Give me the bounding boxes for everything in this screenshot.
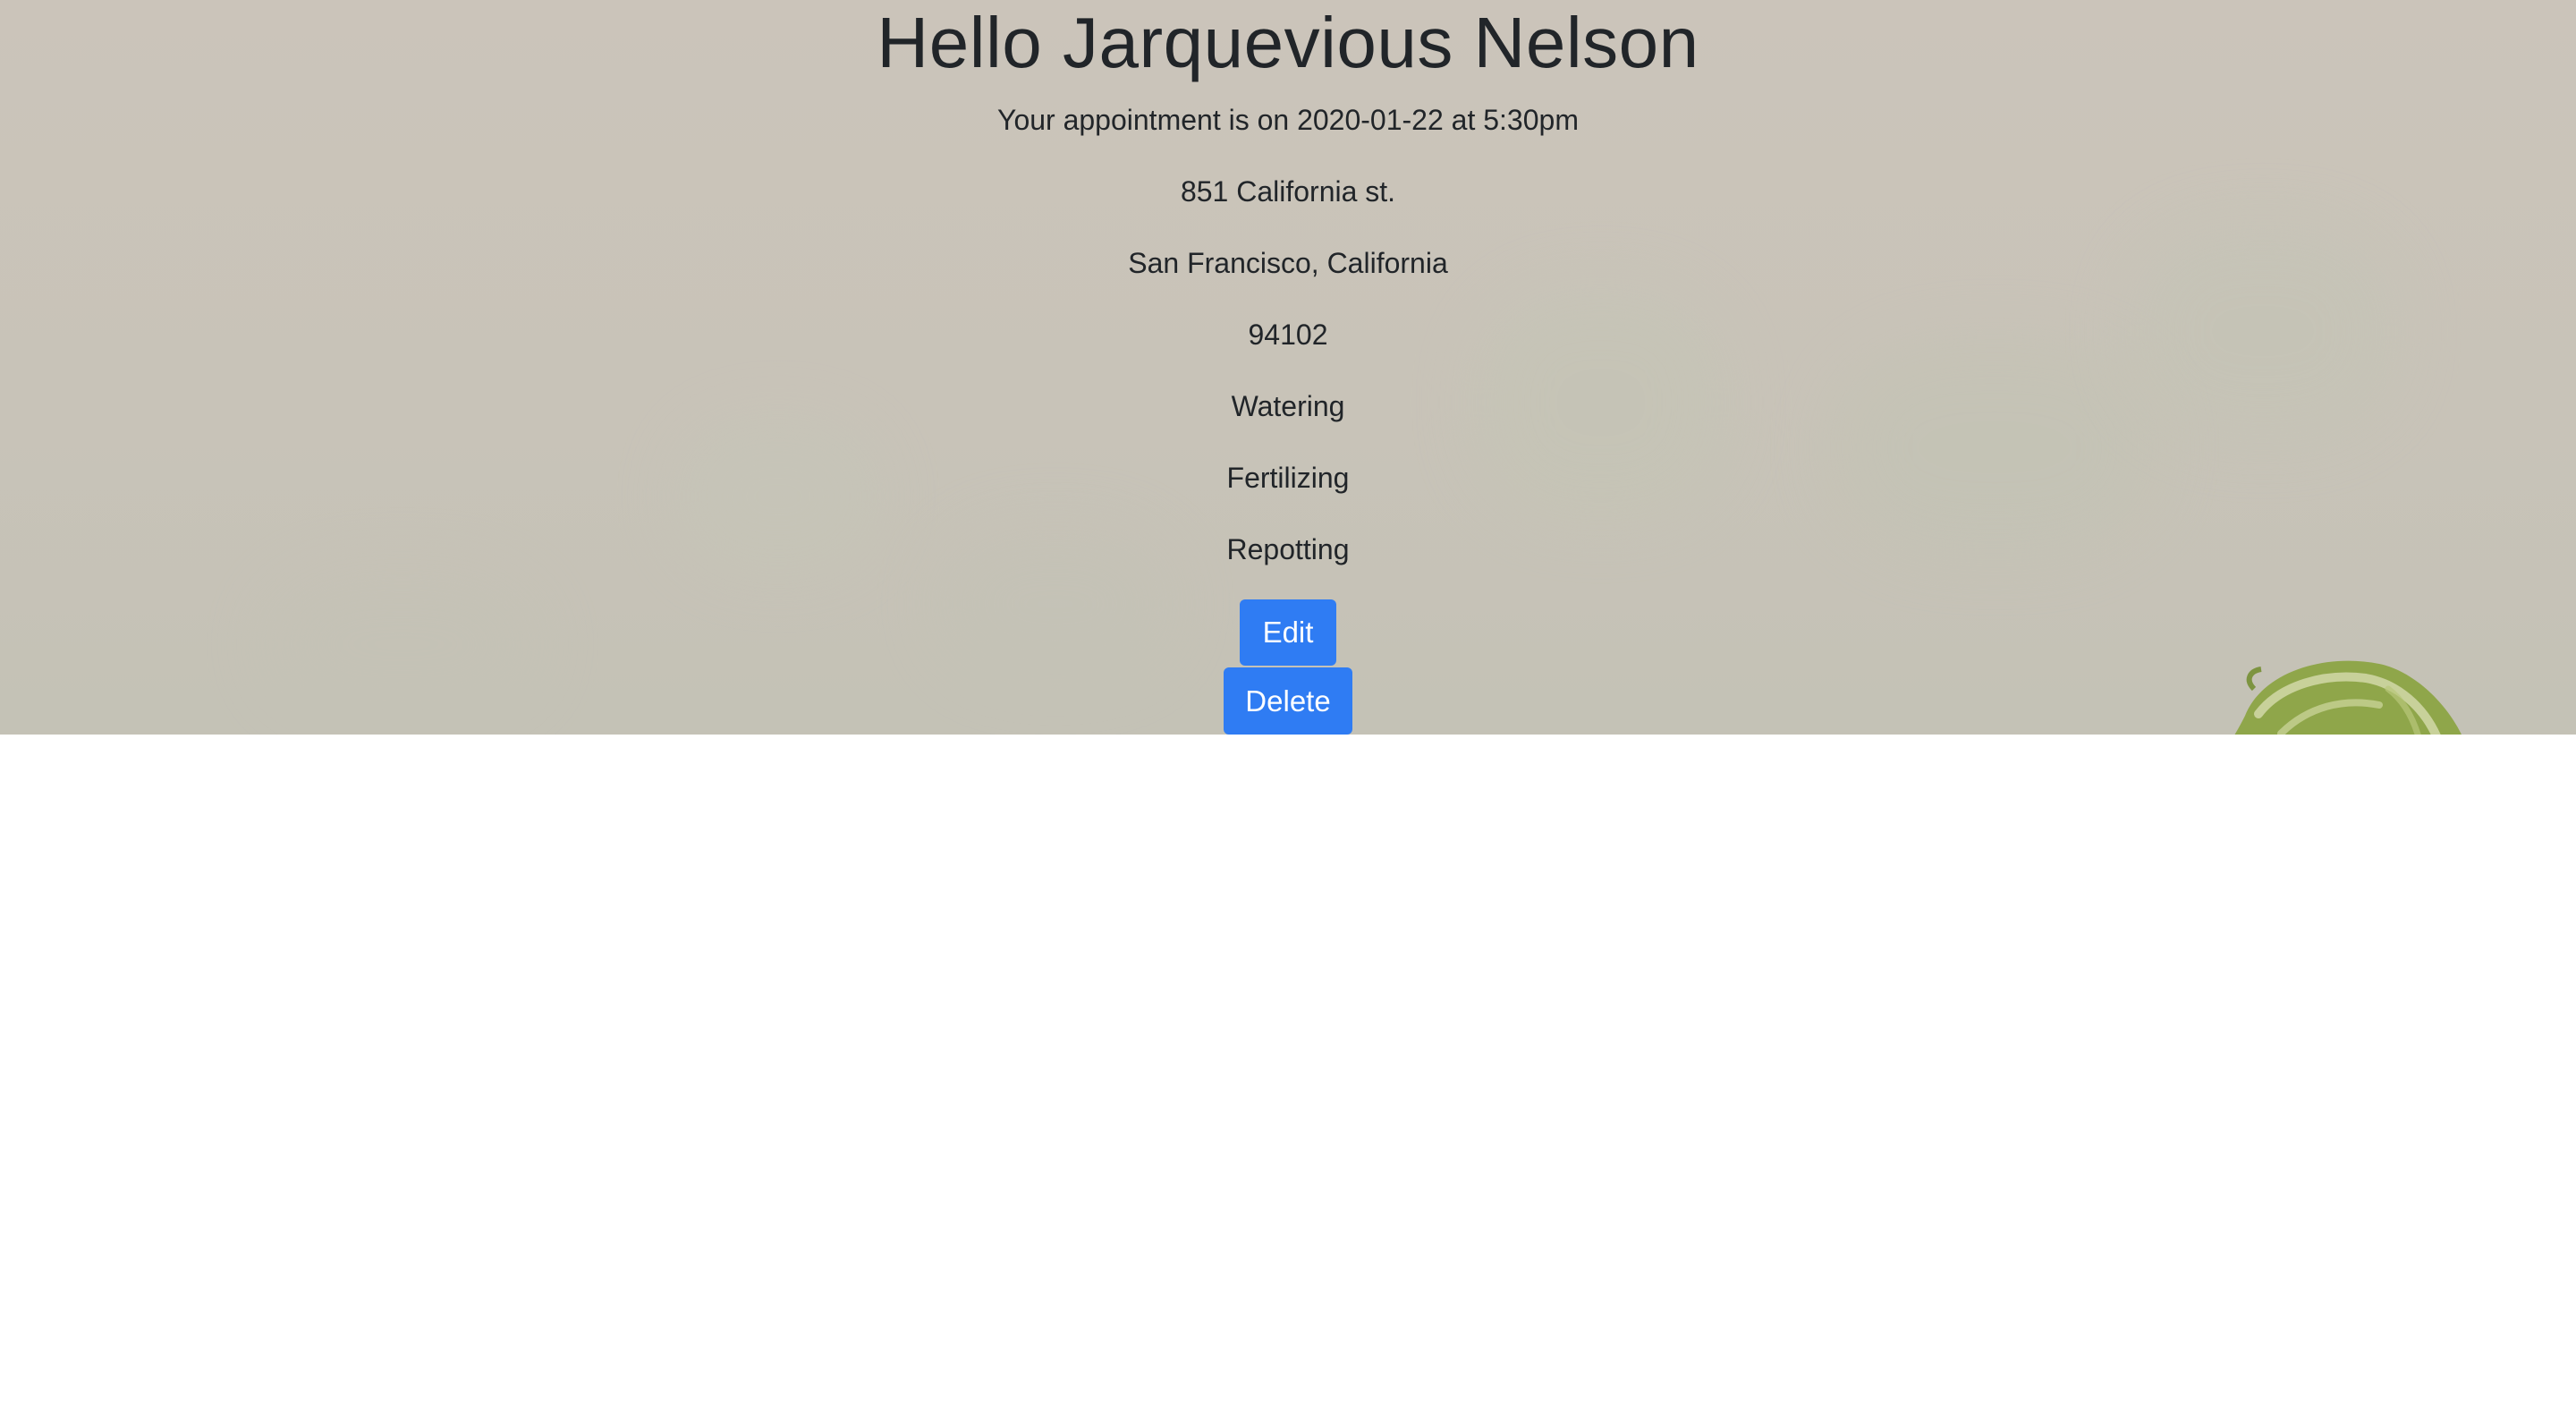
appointment-datetime: Your appointment is on 2020-01-22 at 5:3… [997,104,1579,136]
service-item: Watering [1231,390,1345,422]
delete-button[interactable]: Delete [1224,667,1352,735]
address-zip: 94102 [1248,319,1328,351]
plant-leaf-image [2234,660,2462,735]
service-item: Repotting [1226,533,1350,565]
edit-button[interactable]: Edit [1240,599,1336,666]
background-texture [1834,340,2156,555]
address-city-state: San Francisco, California [1128,247,1448,279]
service-item: Fertilizing [1226,462,1350,494]
address-street: 851 California st. [1180,175,1396,208]
page-title: Hello Jarquevious Nelson [877,3,1699,82]
background-texture [268,573,537,716]
